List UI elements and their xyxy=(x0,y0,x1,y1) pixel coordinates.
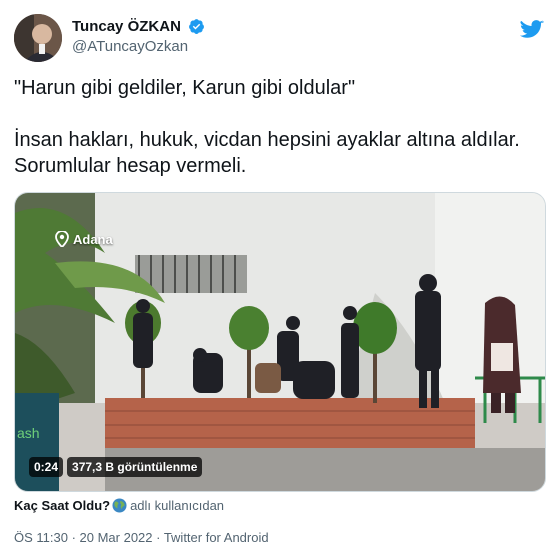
video-views: 377,3 B görüntülenme xyxy=(67,457,203,477)
author-handle[interactable]: @ATuncayOzkan xyxy=(72,38,188,55)
location-label: Adana xyxy=(73,231,113,247)
twitter-bird-icon[interactable] xyxy=(520,20,544,40)
video-player[interactable]: ash Adana 0:24 377,3 B görüntülenme xyxy=(14,192,546,492)
globe-emoji-icon xyxy=(112,498,127,513)
media-attribution[interactable]: Kaç Saat Oldu? adlı kullanıcıdan xyxy=(14,498,224,513)
video-duration: 0:24 xyxy=(29,457,64,477)
author-name[interactable]: Tuncay ÖZKAN xyxy=(72,18,181,35)
attribution-suffix: adlı kullanıcıdan xyxy=(130,498,225,513)
tweet-text: "Harun gibi geldiler, Karun gibi oldular… xyxy=(14,75,544,179)
avatar[interactable] xyxy=(14,14,62,62)
attribution-account-name[interactable]: Kaç Saat Oldu? xyxy=(14,498,110,513)
tweet-timestamp[interactable]: ÖS 11:30 · 20 Mar 2022 · Twitter for And… xyxy=(14,530,269,545)
location-tag: Adana xyxy=(55,231,113,247)
verified-badge-icon xyxy=(189,19,205,35)
sign-text: ash xyxy=(17,425,40,441)
tweet-header: Tuncay ÖZKAN @ATuncayOzkan xyxy=(14,14,546,62)
tweet-text-line2: İnsan hakları, hukuk, vicdan hepsini aya… xyxy=(14,129,520,177)
tweet-text-line1: "Harun gibi geldiler, Karun gibi oldular… xyxy=(14,77,356,99)
location-pin-icon xyxy=(55,231,69,247)
video-overlay: 0:24 377,3 B görüntülenme xyxy=(29,457,203,477)
